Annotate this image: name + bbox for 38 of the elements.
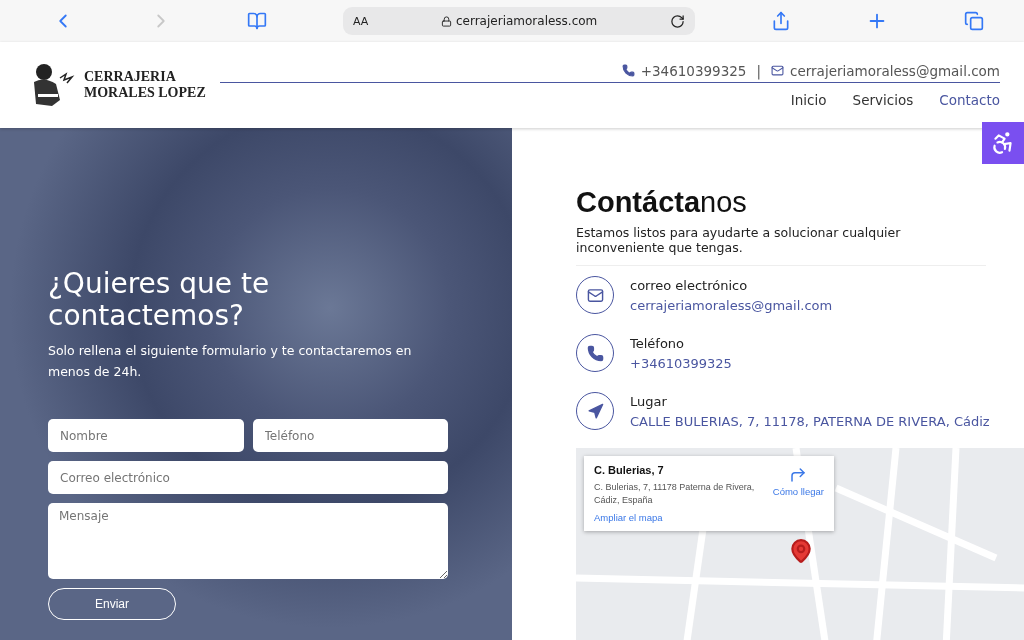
directions-icon bbox=[789, 466, 808, 484]
tabs-icon[interactable] bbox=[963, 11, 984, 31]
lock-icon bbox=[441, 15, 452, 27]
reload-icon[interactable] bbox=[669, 13, 685, 29]
contact-label: Lugar bbox=[630, 393, 668, 409]
header-email[interactable]: cerrajeriamoraless@gmail.com bbox=[790, 62, 1000, 79]
separator-text: | bbox=[756, 62, 762, 79]
mail-icon bbox=[771, 64, 785, 77]
logo-text[interactable]: CERRAJERIA MORALES LOPEZ bbox=[84, 69, 206, 101]
contact-link[interactable]: +34610399325 bbox=[630, 355, 732, 371]
map-pin-icon bbox=[788, 538, 814, 564]
contact-intro: Estamos listos para ayudarte a solucionar cualquier inconveniente que tengas. bbox=[576, 225, 986, 266]
url-text: cerrajeriamoraless.com bbox=[456, 14, 598, 28]
contact-label: Teléfono bbox=[630, 335, 686, 351]
map[interactable]: C. Bulerias, 7 C. Bulerias, 7, 11178 Paterna de Rivera, Cádiz, España Ampliar el mapa Cómo llegar bbox=[576, 448, 1024, 640]
input-field[interactable]: Nombre bbox=[48, 419, 244, 452]
enlarge-map-link[interactable]: Ampliar el mapa bbox=[594, 512, 765, 523]
input-field[interactable]: Teléfono bbox=[252, 419, 448, 452]
contact-link[interactable]: cerrajeriamoraless@gmail.com bbox=[630, 297, 833, 313]
text-size-button[interactable]: AA bbox=[352, 14, 369, 28]
phone-icon bbox=[621, 64, 635, 77]
input-field[interactable]: Correo electrónico bbox=[48, 461, 448, 494]
place-address: C. Bulerias, 7, 11178 Paterna de Rivera, Cádiz, España bbox=[594, 481, 756, 507]
form-title: ¿Quieres que te contactemos? bbox=[48, 268, 271, 332]
nav-link[interactable]: Contacto bbox=[939, 91, 1000, 108]
header-phone[interactable]: +34610399325 bbox=[640, 62, 747, 79]
contact-label: correo electrónico bbox=[630, 277, 749, 293]
directions-link[interactable]: Cómo llegar bbox=[772, 466, 824, 523]
form-subtitle: Solo rellena el siguiente formulario y te contactaremos en menos de 24h. bbox=[48, 342, 413, 381]
accessibility-button[interactable] bbox=[982, 122, 1024, 164]
nav-link[interactable]: Inicio bbox=[790, 91, 827, 108]
message-field[interactable]: Mensaje bbox=[48, 503, 448, 579]
bookmarks-icon[interactable] bbox=[247, 11, 268, 31]
contact-title: Contáctanos bbox=[576, 186, 748, 219]
nav-link[interactable]: Servicios bbox=[852, 91, 914, 108]
contact-link[interactable]: CALLE BULERIAS, 7, 11178, PATERNA DE RIVERA, Cádiz bbox=[630, 413, 990, 429]
address-bar[interactable]: AA cerrajeriamoraless.com bbox=[342, 7, 695, 35]
place-title: C. Bulerias, 7 bbox=[594, 464, 665, 476]
